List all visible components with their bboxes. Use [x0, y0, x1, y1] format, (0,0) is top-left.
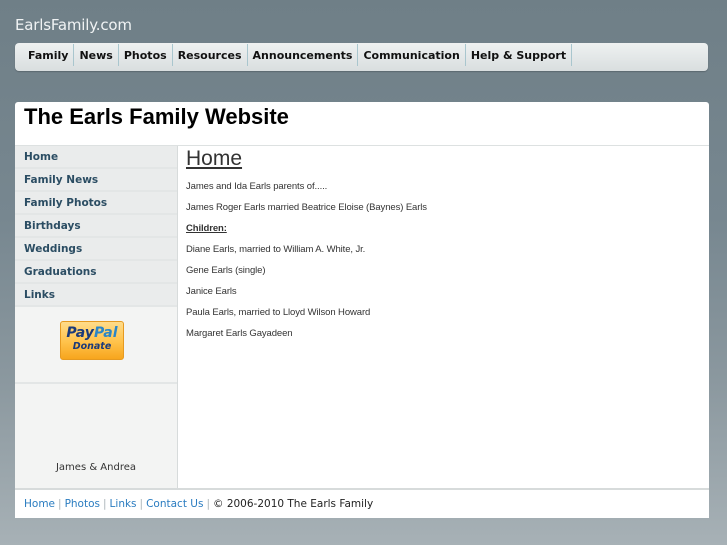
topnav-help-support[interactable]: Help & Support	[466, 44, 573, 66]
paypal-donate-button[interactable]: PayPal Donate	[60, 321, 124, 360]
topnav-announcements[interactable]: Announcements	[248, 44, 359, 66]
top-navigation: Family News Photos Resources Announcemen…	[15, 43, 708, 71]
sidebar-item-home[interactable]: Home	[15, 146, 177, 169]
main-content: Home James and Ida Earls parents of.....…	[186, 146, 696, 340]
footer: Home | Photos | Links | Contact Us | © 2006-2010…	[24, 498, 373, 510]
sidebar-item-graduations[interactable]: Graduations	[15, 261, 177, 284]
paypal-area: PayPal Donate	[15, 307, 177, 384]
sidebar-credit: James & Andrea	[55, 462, 137, 473]
content-paragraph: James and Ida Earls parents of.....	[186, 181, 328, 192]
paypal-logo-pal: Pal	[93, 325, 118, 341]
content-paragraph: James Roger Earls married Beatrice Elois…	[186, 202, 427, 213]
child-item: Gene Earls (single)	[186, 265, 266, 276]
sidebar-item-birthdays[interactable]: Birthdays	[15, 215, 177, 238]
footer-link-photos[interactable]: Photos	[65, 498, 100, 510]
site-name: EarlsFamily.com	[15, 16, 132, 34]
page-container: The Earls Family Website Home Family New…	[15, 102, 709, 518]
child-item: Paula Earls, married to Lloyd Wilson How…	[186, 307, 371, 318]
footer-copyright: © 2006-2010 The Earls Family	[212, 498, 374, 510]
paypal-logo-pay: Pay	[66, 325, 94, 341]
footer-separator: |	[139, 498, 144, 510]
sidebar-item-family-photos[interactable]: Family Photos	[15, 192, 177, 215]
topnav-resources[interactable]: Resources	[173, 44, 248, 66]
child-item: Margaret Earls Gayadeen	[186, 328, 293, 339]
footer-divider	[15, 488, 709, 490]
topnav-family[interactable]: Family	[23, 44, 75, 66]
children-label: Children:	[186, 223, 227, 234]
sidebar-item-weddings[interactable]: Weddings	[15, 238, 177, 261]
child-item: Janice Earls	[186, 286, 237, 297]
footer-link-links[interactable]: Links	[110, 498, 137, 510]
footer-separator: |	[206, 498, 210, 510]
sidebar-item-family-news[interactable]: Family News	[15, 169, 177, 192]
topnav-news[interactable]: News	[74, 44, 119, 66]
sidebar: Home Family News Family Photos Birthdays…	[15, 146, 178, 489]
sidebar-item-links[interactable]: Links	[15, 284, 177, 307]
footer-separator: |	[103, 498, 107, 510]
paypal-donate-label: Donate	[72, 341, 112, 352]
footer-link-home[interactable]: Home	[24, 498, 55, 510]
footer-link-contact-us[interactable]: Contact Us	[146, 498, 203, 510]
footer-separator: |	[58, 498, 62, 510]
topnav-communication[interactable]: Communication	[358, 44, 466, 66]
topnav-photos[interactable]: Photos	[119, 44, 173, 66]
child-item: Diane Earls, married to William A. White…	[186, 244, 366, 255]
page-title: The Earls Family Website	[24, 104, 289, 129]
paypal-logo: PayPal	[61, 325, 123, 341]
content-heading: Home	[186, 147, 243, 170]
